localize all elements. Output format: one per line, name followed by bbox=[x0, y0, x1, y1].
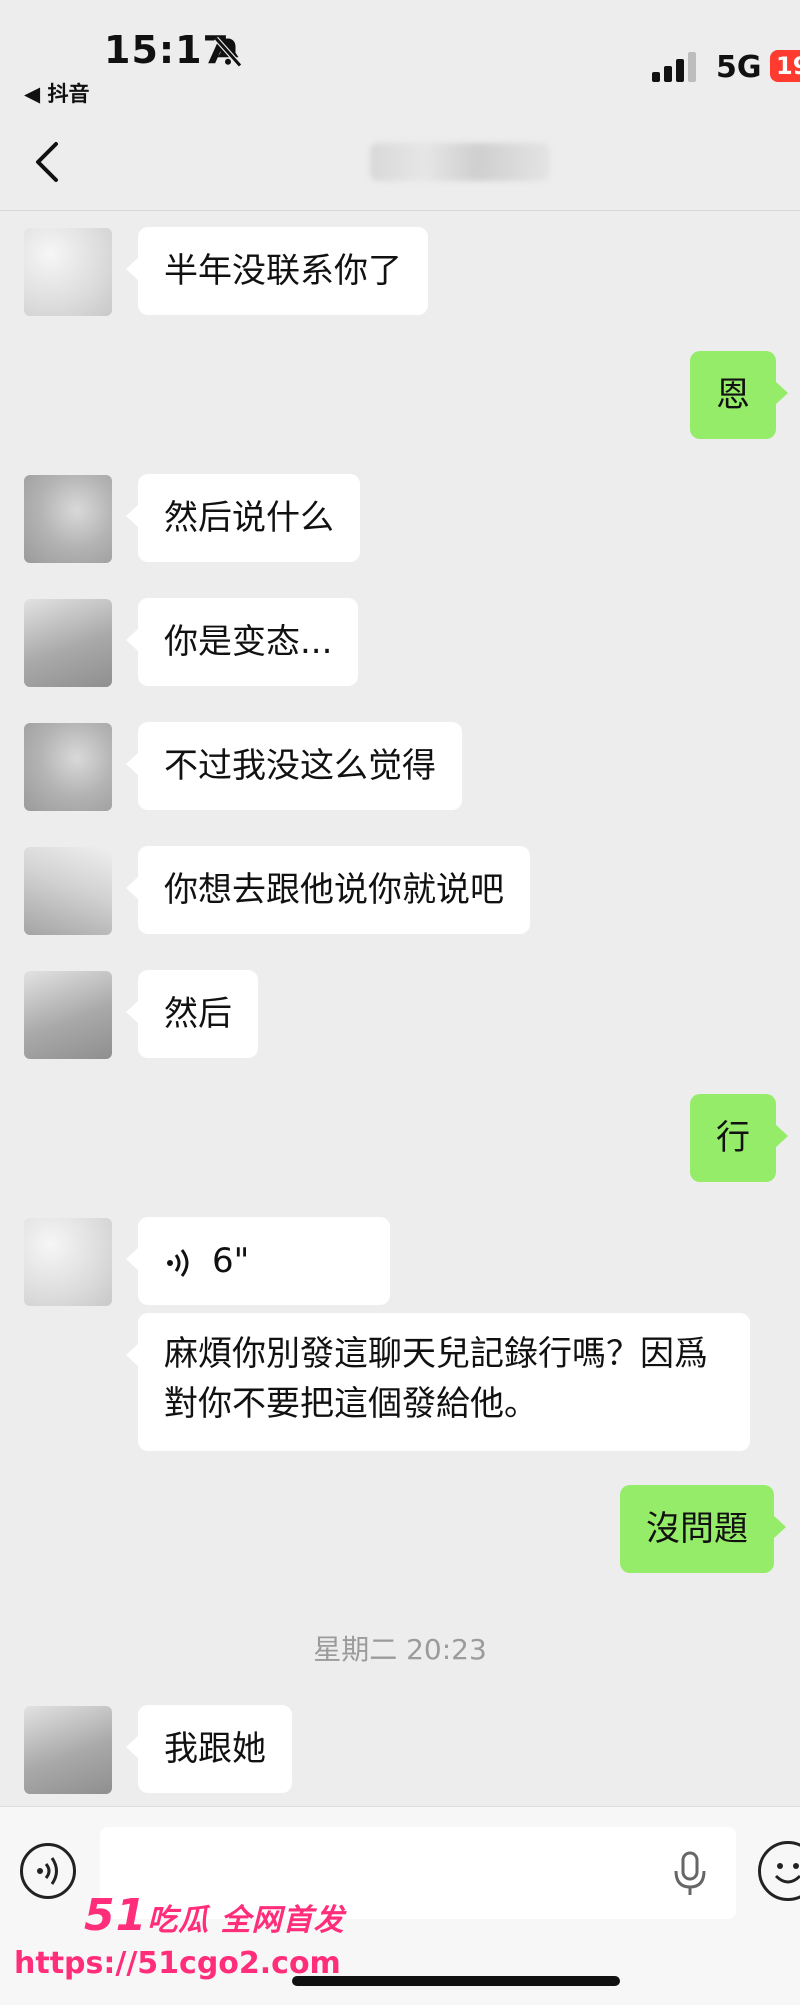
chat-timestamp: 星期二 20:23 bbox=[313, 1633, 487, 1666]
contact-avatar[interactable] bbox=[24, 475, 112, 563]
microphone-icon[interactable] bbox=[672, 1851, 708, 1897]
message-bubble-outgoing[interactable]: 行 bbox=[690, 1094, 788, 1182]
emoji-face-icon bbox=[774, 1863, 800, 1884]
message-bubble-outgoing[interactable]: 恩 bbox=[690, 351, 788, 439]
message-bubble-incoming[interactable]: 不过我没这么觉得 bbox=[126, 722, 462, 810]
contact-avatar[interactable] bbox=[24, 723, 112, 811]
battery-indicator: 19 bbox=[770, 50, 800, 82]
contact-avatar[interactable] bbox=[24, 228, 112, 316]
contact-avatar[interactable] bbox=[24, 599, 112, 687]
emoji-button[interactable] bbox=[758, 1841, 800, 1901]
message-bubble-incoming[interactable]: 你是变态... bbox=[125, 598, 359, 686]
contact-avatar[interactable] bbox=[24, 971, 112, 1059]
voice-input-toggle[interactable] bbox=[20, 1843, 76, 1899]
voice-wave-icon bbox=[167, 1248, 189, 1277]
back-chevron-icon[interactable] bbox=[30, 140, 64, 184]
bell-muted-icon bbox=[214, 36, 242, 68]
voice-message-bubble[interactable]: 6" bbox=[126, 1217, 390, 1305]
chat-title-blurred bbox=[370, 143, 550, 181]
contact-avatar[interactable] bbox=[24, 1706, 112, 1794]
voice-duration: 6" bbox=[212, 1241, 250, 1281]
message-bubble-outgoing[interactable]: 沒問題 bbox=[620, 1485, 786, 1573]
message-bubble-incoming[interactable]: 麻煩你別發這聊天兒記錄行嗎？因爲對你不要把這個發給他。 bbox=[126, 1313, 750, 1451]
contact-avatar[interactable] bbox=[24, 1218, 112, 1306]
message-bubble-incoming[interactable]: 然后说什么 bbox=[126, 474, 360, 562]
back-to-app-link[interactable]: ◀ 抖音 bbox=[24, 78, 89, 108]
status-bar: 15:17 ◀ 抖音 5G 19 bbox=[0, 0, 800, 110]
message-bubble-incoming[interactable]: 然后 bbox=[126, 970, 258, 1058]
message-bubble-incoming[interactable]: 你想去跟他说你就说吧 bbox=[126, 846, 530, 934]
watermark-logo: 51吃瓜 全网首发 bbox=[84, 1890, 345, 1941]
signal-icon bbox=[652, 52, 696, 82]
message-bubble-incoming[interactable]: 我跟她 bbox=[126, 1705, 292, 1793]
chat-header bbox=[0, 110, 800, 211]
home-indicator[interactable] bbox=[292, 1976, 620, 1986]
watermark-url: https://51cgo2.com bbox=[14, 1946, 341, 1981]
voice-wave-icon bbox=[37, 1857, 58, 1885]
contact-avatar[interactable] bbox=[24, 847, 112, 935]
network-type: 5G bbox=[716, 50, 762, 85]
message-bubble-incoming[interactable]: 半年没联系你了 bbox=[126, 227, 428, 315]
